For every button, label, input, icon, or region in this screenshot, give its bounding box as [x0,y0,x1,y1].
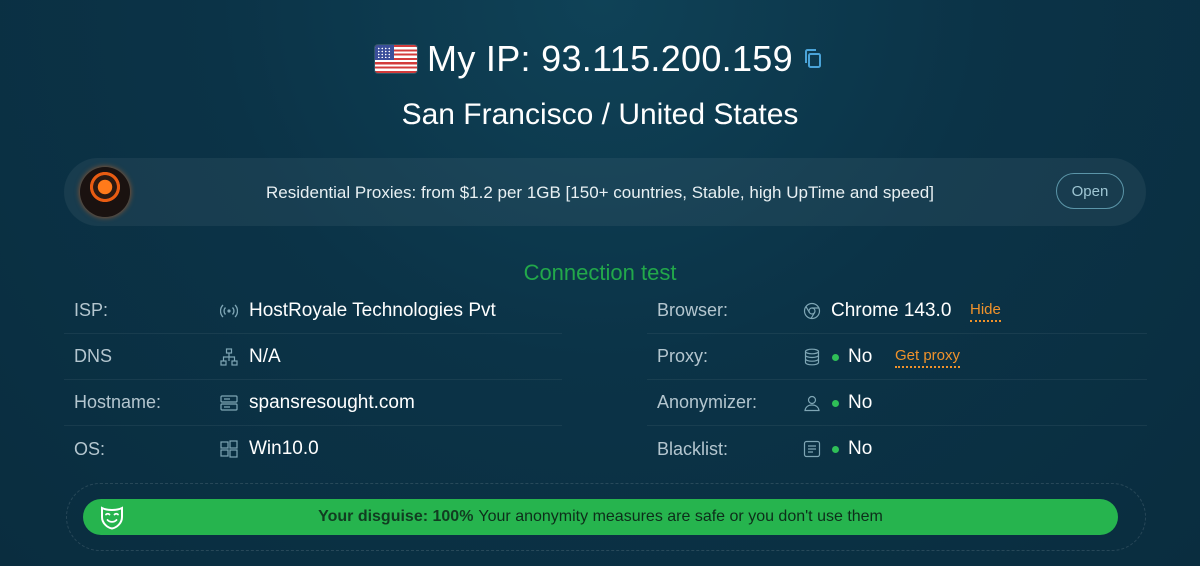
dns-row: DNS N/A [64,334,562,380]
os-label: OS: [74,438,106,459]
windows-icon [220,440,238,458]
anonymizer-row: Anonymizer: No [647,380,1147,426]
hide-link[interactable]: Hide [970,301,1001,322]
blacklist-row: Blacklist: No [647,426,1147,472]
blacklist-status-dot [832,446,839,453]
hostname-label: Hostname: [74,392,162,412]
user-icon [803,394,821,412]
list-icon [803,440,821,458]
isp-value: HostRoyale Technologies Pvt [249,299,496,321]
hostname-value: spansresought.com [249,391,415,413]
mask-icon [101,506,123,530]
dns-label: DNS [74,346,113,366]
isp-row: ISP: HostRoyale Technologies Pvt [64,288,562,334]
os-row: OS: Win10.0 [64,426,562,472]
anonymizer-value: No [848,391,873,413]
ip-header: My IP: 93.115.200.159 San Francisco / Un… [0,38,1200,132]
browser-row: Browser: Chrome 143.0 Hide [647,288,1147,334]
signal-icon [220,302,238,320]
proxy-row: Proxy: No Get proxy [647,334,1147,380]
chrome-icon [803,302,821,320]
anonymizer-label: Anonymizer: [657,392,758,412]
hostname-row: Hostname: spansresought.com [64,380,562,426]
location-text: San Francisco / United States [401,98,799,131]
dns-value: N/A [249,345,281,367]
browser-value: Chrome 143.0 [831,299,952,321]
disguise-label: Your disguise: 100% [318,508,474,525]
copy-icon[interactable] [803,47,825,71]
blacklist-value: No [848,438,873,459]
promo-text: Residential Proxies: from $1.2 per 1GB [… [266,183,934,202]
anonymizer-status-dot [832,400,839,407]
blacklist-label: Blacklist: [657,438,729,459]
database-icon [803,348,821,366]
proxy-value: No [848,345,873,367]
disguise-message: Your anonymity measures are safe or you … [478,508,883,525]
promo-banner[interactable]: Residential Proxies: from $1.2 per 1GB [… [64,158,1146,226]
browser-label: Browser: [657,300,729,320]
disguise-bar: Your disguise: 100% Your anonymity measu… [83,499,1118,535]
open-button[interactable]: Open [1056,173,1124,209]
proxy-status-dot [832,354,839,361]
isp-label: ISP: [74,300,109,320]
network-icon [220,347,238,366]
proxy-label: Proxy: [657,346,709,366]
server-icon [220,394,238,412]
connection-test-title: Connection test [523,260,677,285]
os-value: Win10.0 [249,438,319,459]
my-ip-label: My IP: 93.115.200.159 [427,38,793,79]
us-flag-icon [375,45,418,73]
get-proxy-link[interactable]: Get proxy [895,347,961,368]
